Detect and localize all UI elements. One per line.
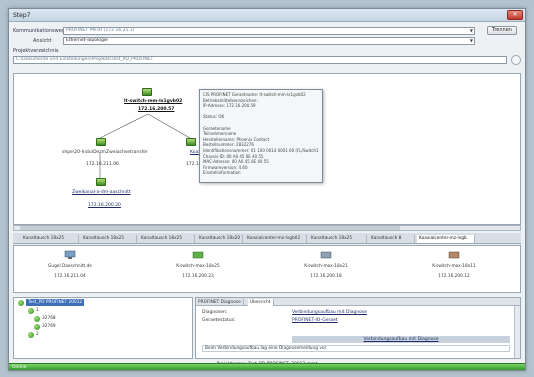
switch-icon[interactable] [186,138,196,146]
connection-label: Kommunikationsweg [13,28,65,34]
diagnosis-tabs: PROFINET Diagnose Ubersicht [196,298,520,306]
device-tooltip: CIS PROFINET Geraetname: lt-switch-mm-lx… [199,89,323,183]
root-node-ip: 172.16.200.57 [138,107,175,112]
device-tab[interactable]: Kanaltausch 18x25 [81,235,137,243]
switch-icon[interactable] [96,138,106,146]
project-path-field[interactable]: C:\Dokumente und Einstellungen\Projekte\… [13,56,507,64]
diagnosis-value[interactable]: Verbindungsaufbau mit Diagnose [292,310,367,315]
device-ip: 172.16.200.18 [310,274,342,279]
device-tab[interactable]: Kanaltausch 18x25 [21,235,79,243]
diagnosis-message: Beim Verbindungsaufbau lag eine Diagnose… [202,345,510,352]
device-status-label: Geraetestatus: [202,318,236,323]
device-tab[interactable]: Kanaltausch 8 [369,235,415,243]
switch-icon[interactable] [142,88,152,96]
device-name: K-switch-mox-18x11 [432,264,476,269]
device-tab[interactable]: Koaxialcenter-mz-lvgb [417,235,475,243]
device-status-value[interactable]: PROFINET-IO-Geraet [292,318,338,323]
root-node-name[interactable]: lt-switch-mm-lx1gvb02 [124,99,182,104]
chevron-down-icon: ▼ [469,38,473,43]
tree-item[interactable]: 2 [36,331,39,338]
tree-item[interactable]: 32769 [42,323,56,330]
tooltip-line: Einstellinformation [203,170,241,176]
title-bar: Step7 ✕ [9,9,525,22]
chevron-down-icon: ▼ [469,28,473,33]
diagnosis-panel: PROFINET Diagnose Ubersicht Diagnosen: V… [195,297,521,359]
device-item[interactable]: K-switch-mox-18x21 172.16.200.18 [278,250,374,290]
tooltip-line: CIS PROFINET Geraetname: lt-switch-mm-lx… [203,92,306,97]
vertical-scrollbar[interactable] [514,306,520,358]
project-label: Projektverzeichnis [13,48,59,54]
device-tab[interactable]: Kanaltausch 18x25 [139,235,195,243]
status-text: Online [12,365,27,370]
device-name: K-switch-mox-18x21 [304,264,348,269]
device-tab[interactable]: Koaxialcenter-mz-lvgb02 [245,235,307,243]
tooltip-line: Identifikationsnummer: 01 100 0014 0001 … [203,147,319,153]
status-ok-icon [28,308,34,314]
tab-profinet-diagnose[interactable]: PROFINET Diagnose [196,299,244,306]
horizontal-scrollbar[interactable] [13,225,521,231]
left-node-ip: 172.16.211.06 [86,162,119,167]
left-node-name[interactable]: shpe\20-Indu\Dezn\Zweiachsetransfer [62,150,148,155]
device-name: Gugel Daeschnitt.de [48,264,92,269]
view-value: Ethernet-Topologie [66,38,108,43]
connection-combo[interactable]: PROFINET PN-IO (172.16.21.1) ▼ [63,27,475,35]
tab-uebersicht[interactable]: Ubersicht [248,299,274,306]
switch-icon [192,251,204,259]
status-bar: Online [9,363,525,370]
switch-icon [448,251,460,259]
switch-icon [320,251,332,259]
connection-value: PROFINET PN-IO (172.16.21.1) [66,28,135,33]
device-item[interactable]: K-switch-mox-18x25 172.16.200.23 [150,250,246,290]
window-title: Step7 [13,12,31,19]
device-name: K-switch-mox-18x25 [176,264,220,269]
scrollbar-thumb[interactable] [20,226,400,230]
application-window: Step7 ✕ Kommunikationsweg PROFINET PN-IO… [8,8,526,371]
switch-icon[interactable] [96,178,106,186]
device-tab[interactable]: Kanaltausch 18x25 [309,235,367,243]
project-tree: Test_PD PROFINET 20012 1 32768 32769 2 [13,297,193,359]
device-ip: 172.16.200.23 [182,274,214,279]
status-ok-icon [18,300,24,306]
diagnosis-header[interactable]: Verbindungsaufbau mit Diagnose [292,336,510,343]
project-path-value: C:\Dokumente und Einstellungen\Projekte\… [16,57,154,62]
pc-icon [64,250,76,259]
device-list: Gugel Daeschnitt.de 172.16.211.04 K-swit… [13,245,521,293]
left-child-ip: 172.16.200.20 [88,203,121,208]
device-tab[interactable]: Kanaltausch 18x20 [197,235,243,243]
link-line [147,113,191,139]
tree-item[interactable]: 32768 [42,315,56,322]
view-combo[interactable]: Ethernet-Topologie ▼ [63,37,475,45]
refresh-icon[interactable] [511,55,521,65]
status-ok-icon [34,324,40,330]
device-tab-strip: Kanaltausch 18x25 Kanaltausch 18x25 Kanalt… [13,233,521,244]
device-ip: 172.16.200.12 [438,274,470,279]
device-item[interactable]: K-switch-mox-18x11 172.16.200.12 [406,250,502,290]
tree-root[interactable]: Test_PD PROFINET 20012 [26,299,85,306]
diagnosis-label: Diagnosen: [202,310,228,315]
left-child-name[interactable]: Zweikanal-a-dm-aaschnitt [72,190,131,195]
status-ok-icon [28,332,34,338]
close-button[interactable]: ✕ [507,10,523,20]
disconnect-button[interactable]: Trennen [487,26,517,35]
tree-item[interactable]: 1 [36,307,39,314]
link-line [99,113,149,139]
status-ok-icon [34,316,40,322]
view-label: Ansicht [33,38,52,44]
device-item[interactable]: Gugel Daeschnitt.de 172.16.211.04 [22,250,118,290]
device-ip: 172.16.211.04 [54,274,86,279]
